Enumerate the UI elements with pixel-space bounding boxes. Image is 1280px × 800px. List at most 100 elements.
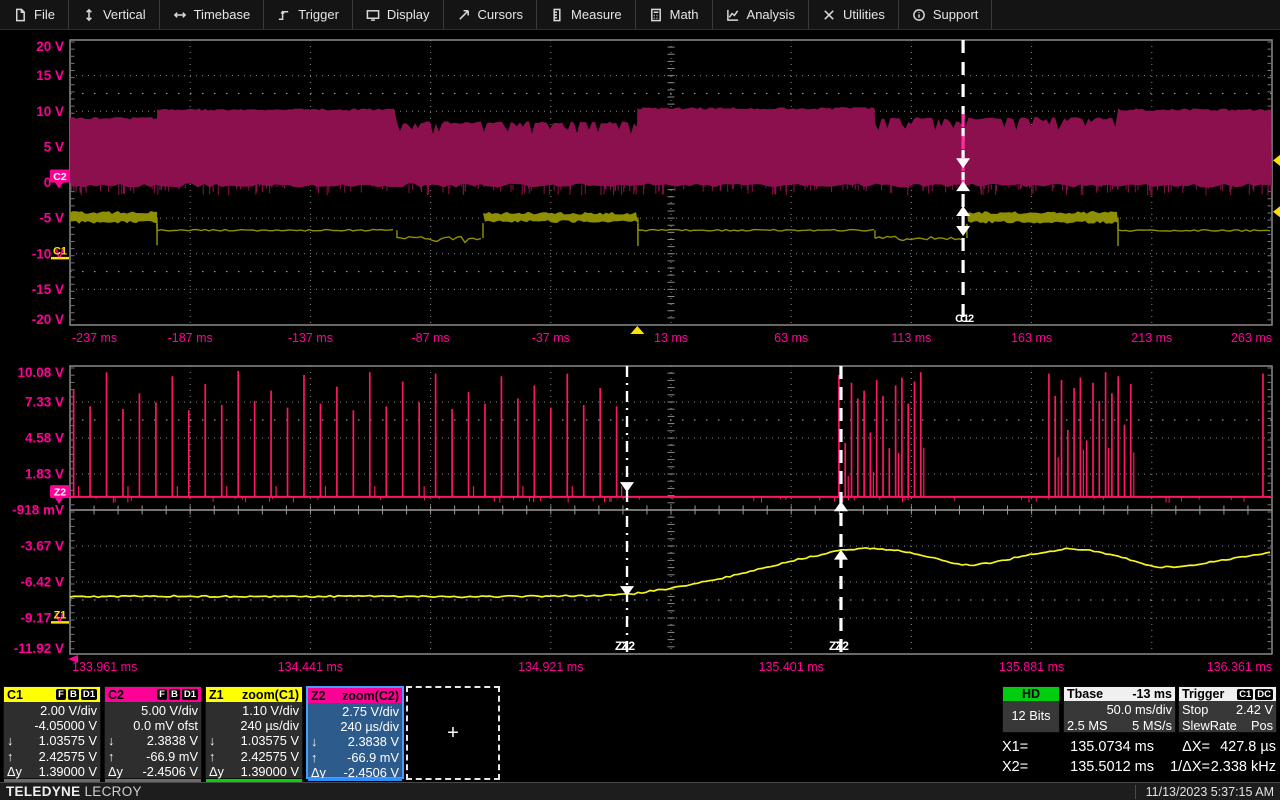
svg-text:213 ms: 213 ms bbox=[1131, 331, 1172, 345]
svg-text:-37 ms: -37 ms bbox=[532, 331, 570, 345]
menu-item-label: Trigger bbox=[298, 7, 339, 22]
svg-text:136.361 ms: 136.361 ms bbox=[1207, 660, 1272, 674]
trace-name: Z1 bbox=[209, 687, 224, 702]
tbase-scale: 50.0 ms/div bbox=[1106, 702, 1172, 717]
descriptor-row: Δy 1.39000 V bbox=[7, 763, 97, 779]
trigger-label: Trigger bbox=[1182, 687, 1225, 701]
menu-item-vertical[interactable]: Vertical bbox=[69, 0, 160, 29]
add-trace-box[interactable]: + bbox=[406, 686, 500, 780]
tbase-delay: -13 ms bbox=[1132, 687, 1172, 701]
menu-item-label: Math bbox=[669, 7, 699, 22]
trace-marker-z2[interactable]: Z2 bbox=[50, 485, 70, 505]
tbase-rate: 5 MS/s bbox=[1132, 717, 1172, 733]
cursor-readout-row: X2= 135.5012 ms 1/ΔX= 2.338 kHz bbox=[1002, 759, 1276, 775]
menu-item-label: Vertical bbox=[102, 7, 146, 22]
svg-text:10 V: 10 V bbox=[36, 104, 64, 119]
svg-text:Z2: Z2 bbox=[621, 639, 635, 653]
menu-item-utilities[interactable]: Utilities bbox=[809, 0, 899, 29]
svg-text:-87 ms: -87 ms bbox=[411, 331, 449, 345]
trace-marker-z1[interactable]: Z1 bbox=[51, 610, 69, 624]
descriptor-row: 2.75 V/div bbox=[342, 704, 399, 719]
menu-bar: File Vertical Timebase Trigger Display Cursor… bbox=[0, 0, 1280, 30]
trigger-level: 2.42 V bbox=[1236, 702, 1273, 717]
badge-b: B bbox=[67, 689, 79, 700]
descriptor-row: 1.10 V/div bbox=[242, 703, 299, 718]
descriptor-row: ↓ 2.3838 V bbox=[108, 733, 198, 749]
menu-item-label: Utilities bbox=[842, 7, 885, 22]
descriptor-row: 5.00 V/div bbox=[141, 703, 198, 718]
trigger-box[interactable]: Trigger C1 DC Stop 2.42 V SlewRate Pos bbox=[1178, 686, 1277, 733]
brand-logo: TELEDYNE LECROY bbox=[6, 784, 142, 799]
waveform-display[interactable]: C1C2Z1Z2 Z1Z220 V15 V10 V5 V0 V-5 V-10 V-… bbox=[0, 0, 1280, 800]
svg-text:134.921 ms: 134.921 ms bbox=[518, 660, 583, 674]
menu-item-trigger[interactable]: Trigger bbox=[264, 0, 353, 29]
timebase-box[interactable]: Tbase -13 ms 50.0 ms/div 2.5 MS 5 MS/s bbox=[1063, 686, 1176, 733]
descriptor-row: Δy 1.39000 V bbox=[209, 763, 299, 779]
menu-item-label: Display bbox=[386, 7, 430, 22]
descriptor-z1[interactable]: Z1 zoom(C1) 1.10 V/div 240 µs/div ↓ 1.03575 V… bbox=[205, 686, 303, 782]
trigger-badge-c1: C1 bbox=[1237, 688, 1254, 700]
descriptor-z2[interactable]: Z2 zoom(C2) 2.75 V/div 240 µs/div ↓ 2.3838 V ↑… bbox=[306, 686, 404, 781]
hd-mode-box[interactable]: HD 12 Bits bbox=[1002, 686, 1060, 733]
trace-marker-c1[interactable]: C1 bbox=[51, 245, 69, 260]
menu-item-analysis[interactable]: Analysis bbox=[713, 0, 809, 29]
descriptor-c1[interactable]: C1 F B D1 2.00 V/div -4.05000 V ↓ 1.03575 V ↑ 2.4… bbox=[3, 686, 101, 782]
menu-item-label: Support bbox=[932, 7, 979, 22]
svg-text:-918 mV: -918 mV bbox=[12, 503, 64, 518]
descriptor-header: Z1 zoom(C1) bbox=[206, 687, 302, 702]
menu-item-label: Timebase bbox=[193, 7, 251, 22]
menu-item-file[interactable]: File bbox=[0, 0, 69, 29]
menu-item-timebase[interactable]: Timebase bbox=[160, 0, 265, 29]
svg-text:-137 ms: -137 ms bbox=[288, 331, 333, 345]
descriptor-header: C2 F B D1 bbox=[105, 687, 201, 702]
descriptor-header: C1 F B D1 bbox=[4, 687, 100, 702]
svg-text:13 ms: 13 ms bbox=[654, 331, 688, 345]
svg-text:4.58 V: 4.58 V bbox=[25, 431, 64, 446]
descriptor-row: 2.00 V/div bbox=[40, 703, 97, 718]
chart-icon bbox=[726, 8, 740, 22]
horizontal-arrows-icon bbox=[173, 8, 187, 22]
menu-item-label: Measure bbox=[571, 7, 622, 22]
file-icon bbox=[13, 8, 27, 22]
svg-text:C2: C2 bbox=[960, 313, 974, 325]
cursor-readout: X1= 135.0734 ms ΔX= 427.8 µs X2= 135.5012 ms 1… bbox=[1002, 737, 1278, 777]
badge-f: F bbox=[56, 689, 66, 700]
trace-name: C2 bbox=[108, 687, 124, 702]
menu-item-label: Cursors bbox=[477, 7, 524, 22]
badge-f: F bbox=[157, 689, 167, 700]
trigger-time-marker[interactable] bbox=[630, 326, 645, 334]
svg-text:263 ms: 263 ms bbox=[1231, 331, 1272, 345]
hd-bits: 12 Bits bbox=[1011, 708, 1051, 723]
svg-text:-5 V: -5 V bbox=[39, 211, 64, 226]
trace-name: C1 bbox=[7, 687, 23, 702]
menu-item-display[interactable]: Display bbox=[353, 0, 444, 29]
trigger-level-marker[interactable] bbox=[1273, 206, 1280, 218]
svg-text:-3.67 V: -3.67 V bbox=[20, 539, 64, 554]
svg-text:113 ms: 113 ms bbox=[891, 331, 931, 345]
graticule bbox=[69, 365, 1273, 655]
menu-item-support[interactable]: Support bbox=[899, 0, 993, 29]
menu-item-cursors[interactable]: Cursors bbox=[444, 0, 538, 29]
trace-c1 bbox=[70, 211, 1271, 246]
tbase-label: Tbase bbox=[1067, 687, 1104, 701]
badge-b: B bbox=[168, 689, 180, 700]
descriptor-row: 240 µs/div bbox=[240, 718, 299, 734]
svg-text:133.961 ms: 133.961 ms bbox=[72, 660, 137, 674]
trigger-badge-dc: DC bbox=[1255, 688, 1273, 700]
svg-text:C2: C2 bbox=[53, 171, 67, 183]
descriptor-row: ↓ 1.03575 V bbox=[209, 733, 299, 749]
trigger-level-marker[interactable] bbox=[1273, 154, 1280, 166]
svg-text:-11.92 V: -11.92 V bbox=[14, 641, 64, 656]
svg-text:135.881 ms: 135.881 ms bbox=[999, 660, 1064, 674]
menu-item-math[interactable]: Math bbox=[636, 0, 713, 29]
badge-d1: D1 bbox=[181, 689, 198, 700]
menu-item-label: Analysis bbox=[746, 7, 795, 22]
svg-text:Z1: Z1 bbox=[54, 610, 67, 622]
trace-z1 bbox=[69, 546, 1271, 599]
menu-item-measure[interactable]: Measure bbox=[537, 0, 636, 29]
trigger-slope: Pos bbox=[1250, 717, 1273, 733]
cursor-arrow-icon bbox=[457, 8, 471, 22]
descriptor-c2[interactable]: C2 F B D1 5.00 V/div 0.0 mV ofst ↓ 2.3838 V ↑ -66… bbox=[104, 686, 202, 782]
menu-item-label: File bbox=[34, 7, 55, 22]
descriptor-row: ↑ -66.9 mV bbox=[108, 748, 198, 764]
